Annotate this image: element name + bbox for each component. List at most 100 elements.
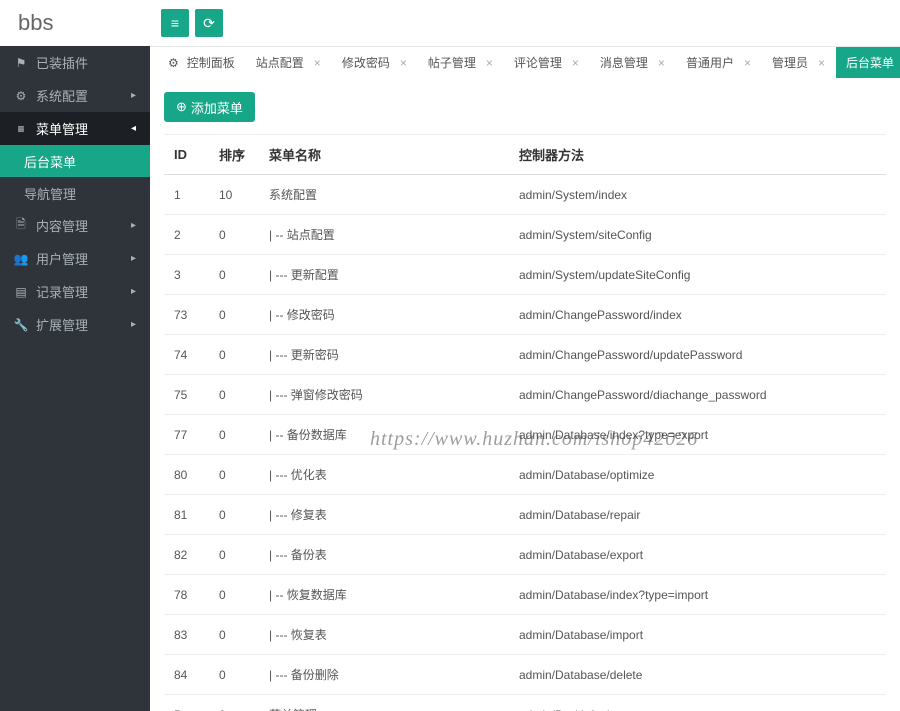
cell-method: admin/Database/export [509, 535, 886, 575]
table-row[interactable]: 20| -- 站点配置admin/System/siteConfig [164, 215, 886, 255]
cell-id: 2 [164, 215, 209, 255]
sidebar-item-1[interactable]: ⚙ 系统配置 [0, 79, 150, 112]
tab-label: 修改密码 [342, 54, 390, 71]
toggle-sidebar-button[interactable]: ≡ [161, 9, 189, 37]
refresh-button[interactable]: ⟳ [195, 9, 223, 37]
table-row[interactable]: 110系统配置admin/System/index [164, 175, 886, 215]
sidebar-icon: ≡ [12, 122, 30, 136]
cell-name: | --- 更新密码 [259, 335, 509, 375]
cell-method: admin/Database/delete [509, 655, 886, 695]
close-icon[interactable]: × [572, 56, 579, 70]
cell-name: | -- 备份数据库 [259, 415, 509, 455]
cell-sort: 0 [209, 295, 259, 335]
cell-name: 系统配置 [259, 175, 509, 215]
tab-3[interactable]: 帖子管理× [418, 47, 504, 78]
cell-sort: 0 [209, 455, 259, 495]
sidebar-item-6[interactable]: 🔧扩展管理 [0, 308, 150, 341]
cell-method: admin/System/index [509, 175, 886, 215]
table-row[interactable]: 770| -- 备份数据库admin/Database/index?type=e… [164, 415, 886, 455]
add-menu-button[interactable]: ⊕ 添加菜单 [164, 92, 255, 122]
cell-sort: 0 [209, 335, 259, 375]
tab-6[interactable]: 普通用户 × [676, 47, 762, 78]
cell-sort: 0 [209, 575, 259, 615]
table-row[interactable]: 820| --- 备份表admin/Database/export [164, 535, 886, 575]
tab-0[interactable]: ⚙控制面板 [158, 47, 246, 78]
sidebar-item-4[interactable]: 👥用户管理 [0, 242, 150, 275]
cell-name: | --- 恢复表 [259, 615, 509, 655]
tab-label: 站点配置 [256, 54, 304, 71]
th-method[interactable]: 控制器方法 [509, 135, 886, 175]
th-id[interactable]: ID [164, 135, 209, 175]
table-row[interactable]: 59菜单管理admin/Bar/default [164, 695, 886, 711]
table-row[interactable]: 800| --- 优化表admin/Database/optimize [164, 455, 886, 495]
cell-method: admin/ChangePassword/diachange_password [509, 375, 886, 415]
cell-sort: 0 [209, 495, 259, 535]
cell-method: admin/Database/optimize [509, 455, 886, 495]
close-icon[interactable]: × [486, 56, 493, 70]
table-row[interactable]: 780| -- 恢复数据库admin/Database/index?type=i… [164, 575, 886, 615]
close-icon[interactable]: × [658, 56, 665, 70]
cell-id: 75 [164, 375, 209, 415]
sidebar-submenu: 后台菜单导航管理 [0, 145, 150, 209]
table-row[interactable]: 730| -- 修改密码admin/ChangePassword/index [164, 295, 886, 335]
cell-id: 84 [164, 655, 209, 695]
table-row[interactable]: 830| --- 恢复表admin/Database/import [164, 615, 886, 655]
table-row[interactable]: 810| --- 修复表admin/Database/repair [164, 495, 886, 535]
table-wrapper: ID 排序 菜单名称 控制器方法 110系统配置admin/System/ind… [164, 134, 886, 711]
sidebar-item-3[interactable]: 🗎内容管理 [0, 209, 150, 242]
tab-8[interactable]: 后台菜单× [836, 47, 900, 78]
cell-id: 82 [164, 535, 209, 575]
cell-id: 74 [164, 335, 209, 375]
tab-7[interactable]: 管理员× [762, 47, 836, 78]
tab-label: 普通用户 [686, 54, 734, 71]
cell-id: 1 [164, 175, 209, 215]
sidebar: bbs ⚑已装插件⚙系统配置≡菜单管理后台菜单导航管理🗎内容管理👥用户管理▤记录… [0, 0, 150, 711]
content-panel: ⊕ 添加菜单 ID 排序 菜单名称 控制器方法 110系统配置admin/Sys… [150, 78, 900, 711]
cell-id: 77 [164, 415, 209, 455]
table-row[interactable]: 740| --- 更新密码admin/ChangePassword/update… [164, 335, 886, 375]
dashboard-icon: ⚙ [168, 56, 179, 70]
sidebar-item-label: 已装插件 [36, 53, 88, 72]
sidebar-item-label: 记录管理 [36, 282, 88, 301]
tab-2[interactable]: 修改密码 × [332, 47, 418, 78]
cell-name: | -- 修改密码 [259, 295, 509, 335]
table-row[interactable]: 30| --- 更新配置admin/System/updateSiteConfi… [164, 255, 886, 295]
table-row[interactable]: 750| --- 弹窗修改密码admin/ChangePassword/diac… [164, 375, 886, 415]
cell-id: 3 [164, 255, 209, 295]
cell-method: admin/ChangePassword/updatePassword [509, 335, 886, 375]
tab-5[interactable]: 消息管理× [590, 47, 676, 78]
cell-sort: 0 [209, 215, 259, 255]
th-sort[interactable]: 排序 [209, 135, 259, 175]
tab-4[interactable]: 评论管理× [504, 47, 590, 78]
cell-sort: 0 [209, 655, 259, 695]
sidebar-sub-item-0[interactable]: 后台菜单 [0, 145, 150, 177]
sidebar-item-label: 菜单管理 [36, 119, 88, 138]
cell-method: admin/Bar/default [509, 695, 886, 711]
cell-sort: 0 [209, 415, 259, 455]
sidebar-item-label: 系统配置 [36, 86, 88, 105]
th-name[interactable]: 菜单名称 [259, 135, 509, 175]
table-row[interactable]: 840| --- 备份删除admin/Database/delete [164, 655, 886, 695]
sidebar-icon: 🔧 [12, 318, 30, 332]
sidebar-sub-item-1[interactable]: 导航管理 [0, 177, 150, 209]
sidebar-item-0[interactable]: ⚑ 已装插件 [0, 46, 150, 79]
cell-name: | -- 恢复数据库 [259, 575, 509, 615]
close-icon[interactable]: × [744, 56, 751, 70]
sidebar-item-2[interactable]: ≡ 菜单管理 [0, 112, 150, 145]
sidebar-item-5[interactable]: ▤记录管理 [0, 275, 150, 308]
cell-name: | --- 弹窗修改密码 [259, 375, 509, 415]
tab-1[interactable]: 站点配置 × [246, 47, 332, 78]
close-icon[interactable]: × [818, 56, 825, 70]
sidebar-icon: ⚑ [12, 56, 30, 70]
cell-sort: 0 [209, 255, 259, 295]
close-icon[interactable]: × [314, 56, 321, 70]
cell-method: admin/Database/index?type=import [509, 575, 886, 615]
cell-sort: 10 [209, 175, 259, 215]
sidebar-menu: ⚑ 已装插件 ⚙ 系统配置 ≡ 菜单管理后台菜单导航管理🗎内容管理👥用户管理▤记录管理🔧扩… [0, 46, 150, 711]
cell-method: admin/ChangePassword/index [509, 295, 886, 335]
cell-sort: 9 [209, 695, 259, 711]
tabs-bar: ⚙控制面板站点配置×修改密码×帖子管理×评论管理×消息管理×普通用户×管理员×后… [150, 46, 900, 78]
sidebar-item-label: 内容管理 [36, 216, 88, 235]
close-icon[interactable]: × [400, 56, 407, 70]
sidebar-icon: ⚙ [12, 89, 30, 103]
